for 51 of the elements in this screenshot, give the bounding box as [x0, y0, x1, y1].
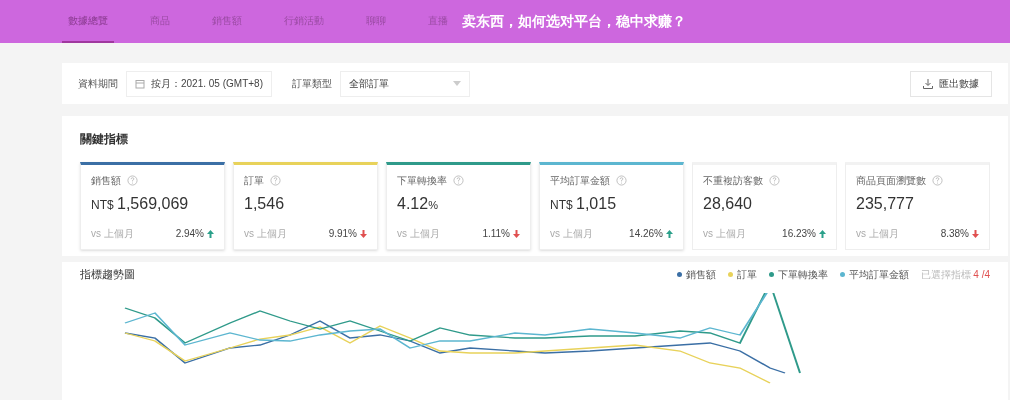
- legend-label: 平均訂單金額: [848, 267, 909, 282]
- metric-card[interactable]: 商品頁面瀏覽數 235,777 vs 上個月 8.38%: [845, 162, 990, 250]
- period-label: 資料期間: [78, 77, 118, 91]
- order-type-label: 訂單類型: [292, 77, 332, 91]
- legend-label: 銷售額: [685, 267, 716, 282]
- metric-label: 訂單: [244, 174, 264, 188]
- help-icon[interactable]: [453, 175, 464, 186]
- help-icon[interactable]: [127, 175, 138, 186]
- change-percent: 16.23%: [782, 227, 816, 241]
- legend-label: 訂單: [736, 267, 757, 282]
- metric-card[interactable]: 下單轉換率 4.12% vs 上個月 1.11%: [386, 162, 531, 250]
- help-icon[interactable]: [616, 175, 627, 186]
- section-title: 關鍵指標: [80, 131, 129, 148]
- metric-value: 4.12%: [397, 194, 439, 214]
- help-icon[interactable]: [270, 175, 281, 186]
- metric-label: 不重複訪客數: [703, 174, 763, 188]
- compare-label: vs 上個月: [91, 227, 134, 241]
- calendar-icon: [135, 78, 145, 89]
- metric-card[interactable]: 不重複訪客數 28,640 vs 上個月 16.23%: [692, 162, 837, 250]
- change-percent: 8.38%: [940, 227, 969, 241]
- change-percent: 9.91%: [328, 227, 357, 241]
- metric-value: NT$ 1,569,069: [91, 194, 190, 214]
- change-percent: 1.11%: [482, 227, 510, 241]
- legend-label: 下單轉換率: [777, 267, 828, 282]
- change-percent: 2.94%: [175, 227, 204, 241]
- compare-label: vs 上個月: [244, 227, 287, 241]
- metric-label: 銷售額: [91, 174, 121, 188]
- metric-value: 1,546: [244, 194, 286, 214]
- metric-value: NT$ 1,015: [550, 194, 618, 214]
- metric-card[interactable]: 銷售額 NT$ 1,569,069 vs 上個月 2.94%: [80, 162, 225, 250]
- compare-label: vs 上個月: [856, 227, 899, 241]
- metric-card[interactable]: 平均訂單金額 NT$ 1,015 vs 上個月 14.26%: [539, 162, 684, 250]
- help-icon[interactable]: [769, 175, 780, 186]
- period-select[interactable]: 按月：2021. 05 (GMT+8): [126, 70, 272, 97]
- compare-label: vs 上個月: [397, 227, 440, 241]
- metric-label: 平均訂單金額: [550, 174, 610, 188]
- banner-title: 卖东西，如何选对平台，稳中求赚？: [462, 12, 686, 31]
- download-icon: [923, 78, 933, 89]
- compare-label: vs 上個月: [550, 227, 593, 241]
- metric-card[interactable]: 訂單 1,546 vs 上個月 9.91%: [233, 162, 378, 250]
- compare-label: vs 上個月: [703, 227, 746, 241]
- metric-value: 28,640: [703, 194, 753, 214]
- caret-icon: [453, 81, 461, 86]
- order-type-select[interactable]: 全部訂單: [340, 70, 470, 97]
- export-button[interactable]: 匯出數據: [910, 70, 992, 97]
- metric-label: 商品頁面瀏覽數: [856, 174, 926, 188]
- metric-label: 下單轉換率: [397, 174, 447, 188]
- metric-value: 235,777: [856, 194, 915, 214]
- help-icon[interactable]: [932, 175, 943, 186]
- change-percent: 14.26%: [629, 227, 663, 241]
- chart-title: 指標趨勢圖: [80, 267, 135, 282]
